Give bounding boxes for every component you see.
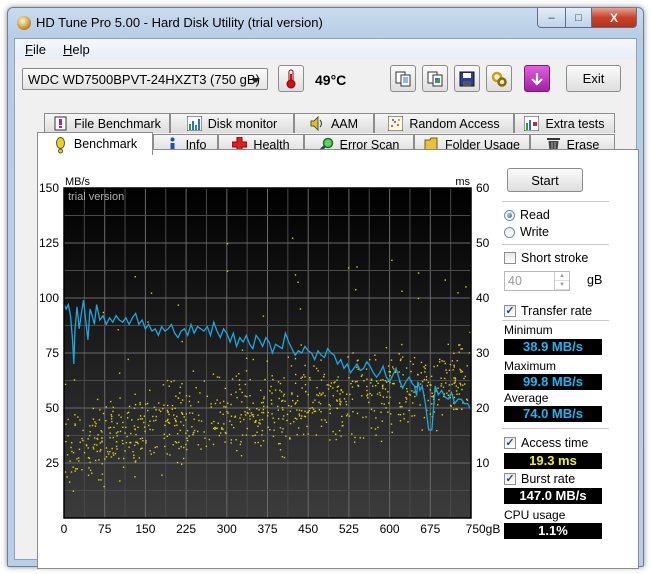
chevron-down-icon — [252, 78, 260, 83]
tab-disk-monitor[interactable]: Disk monitor — [170, 113, 294, 133]
copy-screenshot-icon — [427, 71, 443, 86]
minimize-button[interactable]: – — [537, 8, 566, 28]
access-time-checkbox[interactable]: ✓ Access time — [504, 436, 588, 450]
options-icon — [491, 71, 507, 87]
average-label: Average — [504, 391, 549, 405]
menu-file-label: ile — [32, 42, 46, 57]
copy-text-icon — [395, 71, 411, 86]
tab-disk-monitor-label: Disk monitor — [207, 116, 278, 131]
copy-screenshot-button[interactable] — [422, 65, 448, 92]
exclamation-icon — [53, 136, 68, 153]
burst-rate-value: 147.0 MB/s — [504, 488, 602, 504]
tab-aam[interactable]: AAM — [294, 113, 374, 133]
transfer-rate-label: Transfer rate — [521, 304, 593, 318]
tab-benchmark-label: Benchmark — [73, 137, 138, 151]
maximum-label: Maximum — [504, 359, 557, 373]
access-time-value: 19.3 ms — [504, 453, 602, 469]
read-label: Read — [520, 208, 550, 222]
menu-file-accel: F — [25, 42, 33, 57]
temperature-readout: 49°C — [315, 72, 347, 88]
short-stroke-value: 40 — [508, 274, 522, 288]
title-bar[interactable]: HD Tune Pro 5.00 - Hard Disk Utility (tr… — [8, 8, 643, 38]
average-value: 74.0 MB/s — [504, 406, 602, 422]
speaker-icon — [310, 115, 325, 132]
spin-up-icon[interactable]: ▲ — [555, 272, 569, 281]
drive-select[interactable]: WDC WD7500BPVT-24HXZT3 (750 gB) — [22, 68, 268, 90]
save-button[interactable] — [454, 65, 480, 92]
close-button[interactable]: X — [592, 8, 637, 28]
tab-benchmark[interactable]: Benchmark — [37, 132, 153, 155]
tab-file-benchmark[interactable]: File Benchmark — [44, 113, 170, 133]
minimum-value: 38.9 MB/s — [504, 339, 602, 355]
short-stroke-label: Short stroke — [521, 251, 589, 265]
save-icon — [459, 71, 475, 86]
tab-random-access-label: Random Access — [409, 116, 500, 131]
download-button[interactable] — [524, 65, 550, 92]
disk-monitor-icon — [186, 115, 203, 132]
menu-help-accel: H — [63, 42, 73, 57]
window-title: HD Tune Pro 5.00 - Hard Disk Utility (tr… — [36, 15, 323, 30]
file-benchmark-icon — [53, 116, 68, 131]
transfer-rate-box[interactable]: ✓ — [504, 305, 516, 317]
cpu-usage-value: 1.1% — [504, 523, 602, 539]
extra-tests-icon — [523, 115, 540, 132]
access-time-label: Access time — [521, 436, 589, 450]
tab-random-access[interactable]: Random Access — [374, 113, 514, 133]
read-radio-dot[interactable] — [504, 209, 515, 221]
short-stroke-checkbox[interactable]: Short stroke — [504, 251, 588, 265]
cpu-usage-label: CPU usage — [504, 508, 566, 522]
exit-button[interactable]: Exit — [566, 65, 621, 92]
short-stroke-unit: gB — [587, 273, 603, 287]
download-arrow-icon — [531, 72, 543, 86]
minimum-label: Minimum — [504, 323, 553, 337]
separator — [502, 201, 609, 203]
drive-select-value: WDC WD7500BPVT-24HXZT3 (750 gB) — [28, 72, 260, 87]
tab-aam-label: AAM — [330, 116, 359, 131]
burst-rate-label: Burst rate — [521, 472, 576, 486]
random-access-icon — [387, 115, 404, 132]
transfer-rate-checkbox[interactable]: ✓ Transfer rate — [504, 304, 592, 318]
write-label: Write — [520, 225, 549, 239]
options-button[interactable] — [486, 65, 512, 92]
menu-bar: File Help — [15, 39, 636, 59]
maximize-button[interactable]: □ — [566, 8, 592, 28]
short-stroke-size-input[interactable]: 40 ▲ ▼ — [504, 271, 570, 291]
menu-file[interactable]: File — [25, 42, 46, 57]
burst-rate-checkbox[interactable]: ✓ Burst rate — [504, 472, 575, 486]
tab-extra-tests-label: Extra tests — [545, 116, 605, 131]
toolbar: WDC WD7500BPVT-24HXZT3 (750 gB) 49°C Exi… — [15, 59, 636, 104]
access-time-box[interactable]: ✓ — [504, 437, 516, 449]
start-button[interactable]: Start — [507, 168, 583, 192]
minimize-icon: – — [548, 11, 555, 24]
app-icon — [17, 16, 31, 30]
spin-down-icon[interactable]: ▼ — [555, 281, 569, 290]
close-icon: X — [609, 10, 618, 25]
tab-file-benchmark-label: File Benchmark — [74, 116, 161, 131]
separator — [502, 428, 609, 430]
menu-help[interactable]: Help — [63, 42, 90, 57]
burst-rate-box[interactable]: ✓ — [504, 473, 516, 485]
read-radio[interactable]: Read — [504, 208, 550, 222]
spin-buttons[interactable]: ▲ ▼ — [554, 272, 569, 290]
maximum-value: 99.8 MB/s — [504, 374, 602, 390]
thermometer-icon — [286, 69, 296, 88]
separator — [502, 320, 609, 322]
write-radio-dot[interactable] — [504, 226, 515, 238]
temperature-button[interactable] — [278, 65, 304, 92]
write-radio[interactable]: Write — [504, 225, 549, 239]
tab-extra-tests[interactable]: Extra tests — [514, 113, 615, 133]
menu-help-label: elp — [72, 42, 90, 57]
copy-text-button[interactable] — [390, 65, 416, 92]
separator — [502, 244, 609, 246]
short-stroke-box[interactable] — [504, 252, 516, 264]
maximize-icon: □ — [575, 11, 582, 24]
